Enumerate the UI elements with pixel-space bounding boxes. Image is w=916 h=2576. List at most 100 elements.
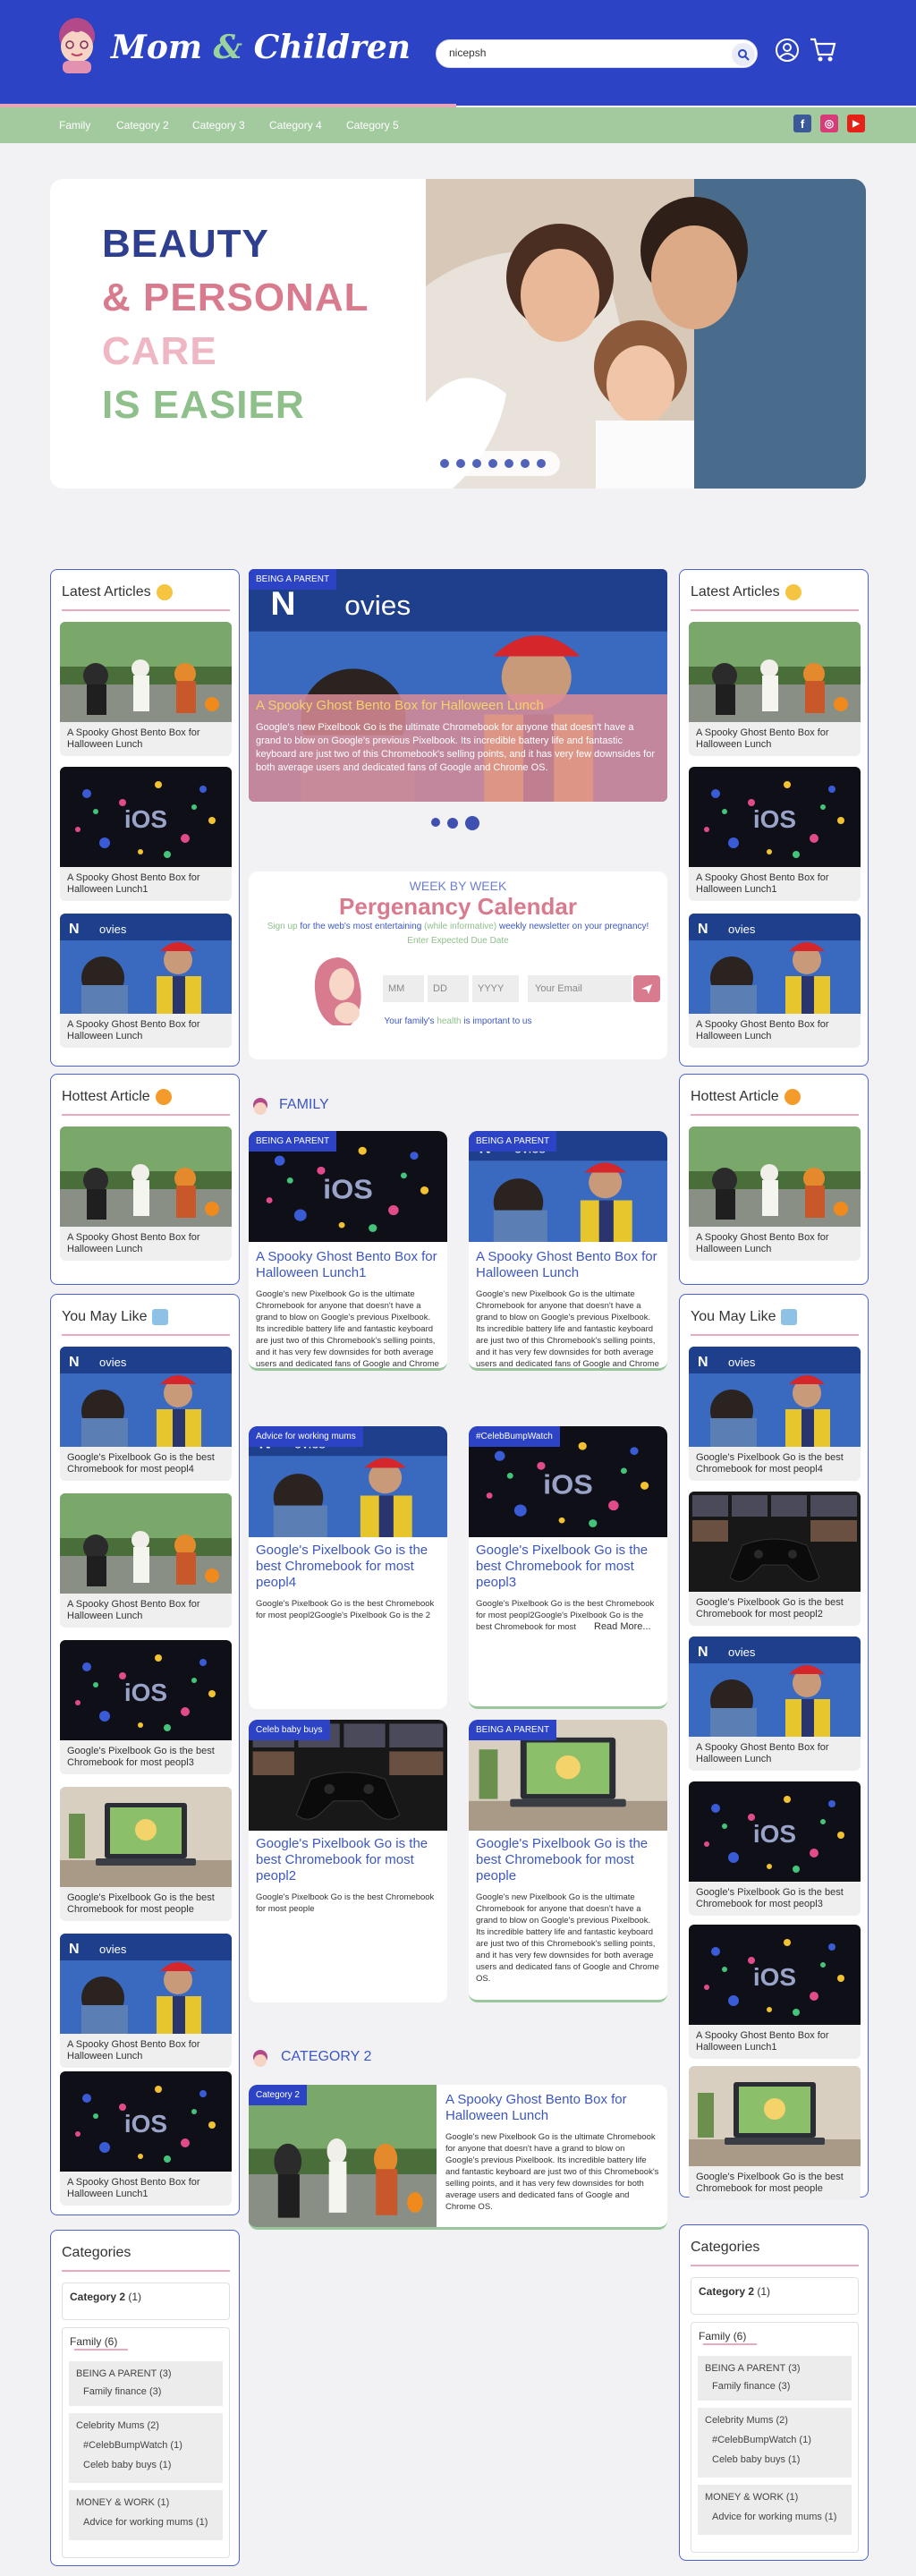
signup-link[interactable]: Sign up	[267, 922, 298, 931]
article-card[interactable]: Google's Pixelbook Go is the best Chrome…	[60, 1347, 232, 1481]
nav-item-category-3[interactable]: Category 3	[192, 119, 245, 132]
category-tag[interactable]: Celeb baby buys	[249, 1720, 330, 1740]
subcategory-being-a-parent[interactable]: BEING A PARENT (3)	[76, 2368, 216, 2379]
subcategory-celeb-baby-buys[interactable]: Celeb baby buys (1)	[712, 2454, 844, 2465]
subcategory-celebrity-mums[interactable]: Celebrity Mums (2)	[705, 2415, 844, 2426]
article-card[interactable]: Google's Pixelbook Go is the best Chrome…	[689, 1347, 861, 1481]
article-card[interactable]: A Spooky Ghost Bento Box for Halloween L…	[60, 2071, 232, 2206]
due-date-label: Enter Expected Due Date	[407, 936, 509, 946]
subcategory-advice-working-mums[interactable]: Advice for working mums (1)	[712, 2512, 844, 2522]
category-row[interactable]: Category 2 (1)	[691, 2277, 859, 2315]
carousel-dot[interactable]	[456, 459, 465, 468]
category-row[interactable]: Category 2 (1)	[62, 2283, 230, 2320]
read-more-link[interactable]: Read More...	[594, 1621, 651, 1632]
search-button[interactable]	[732, 43, 755, 66]
hero-carousel-dots	[426, 451, 560, 476]
article-card[interactable]: A Spooky Ghost Bento Box for Halloween L…	[60, 622, 232, 756]
email-field[interactable]: Your Email	[528, 975, 632, 1002]
carousel-dot[interactable]	[447, 818, 458, 829]
search-input[interactable]	[449, 47, 717, 59]
category-name[interactable]: Family	[699, 2330, 730, 2342]
instagram-icon[interactable]: ◎	[820, 115, 838, 132]
category-tag[interactable]: #CelebBumpWatch	[469, 1426, 560, 1447]
article-title[interactable]: Google's Pixelbook Go is the best Chrome…	[476, 1543, 660, 1591]
article-card[interactable]: Google's Pixelbook Go is the best Chrome…	[60, 1787, 232, 1921]
category-tag[interactable]: BEING A PARENT	[469, 1720, 557, 1740]
article-title[interactable]: A Spooky Ghost Bento Box for Halloween L…	[476, 1249, 660, 1281]
subcategory-being-a-parent[interactable]: BEING A PARENT (3)	[705, 2363, 844, 2374]
subcategory-money-work[interactable]: MONEY & WORK (1)	[705, 2492, 844, 2503]
family-article-card[interactable]: BEING A PARENT A Spooky Ghost Bento Box …	[469, 1131, 667, 1371]
article-title[interactable]: Google's Pixelbook Go is the best Chrome…	[476, 1836, 660, 1884]
article-card[interactable]: A Spooky Ghost Bento Box for Halloween L…	[689, 1637, 861, 1771]
article-card[interactable]: A Spooky Ghost Bento Box for Halloween L…	[689, 914, 861, 1048]
article-card[interactable]: A Spooky Ghost Bento Box for Halloween L…	[60, 1126, 232, 1261]
article-card[interactable]: A Spooky Ghost Bento Box for Halloween L…	[60, 1493, 232, 1628]
family-article-card[interactable]: Advice for working mums Google's Pixelbo…	[249, 1426, 447, 1709]
subcategory-celebrity-mums[interactable]: Celebrity Mums (2)	[76, 2420, 216, 2431]
category-tag[interactable]: Advice for working mums	[249, 1426, 363, 1447]
logo-icon[interactable]	[50, 14, 104, 75]
carousel-dot[interactable]	[537, 459, 546, 468]
subcategory-family-finance[interactable]: Family finance (3)	[712, 2381, 844, 2392]
facebook-icon[interactable]: f	[793, 115, 811, 132]
nav-item-family[interactable]: Family	[59, 119, 90, 132]
article-card[interactable]: A Spooky Ghost Bento Box for Halloween L…	[60, 767, 232, 901]
carousel-dot[interactable]	[431, 818, 440, 827]
article-card[interactable]: A Spooky Ghost Bento Box for Halloween L…	[60, 1934, 232, 2068]
featured-title[interactable]: A Spooky Ghost Bento Box for Halloween L…	[256, 698, 658, 714]
family-article-card[interactable]: #CelebBumpWatch Google's Pixelbook Go is…	[469, 1426, 667, 1709]
category2-article-card[interactable]: Category 2 A Spooky Ghost Bento Box for …	[249, 2085, 667, 2230]
subcategory-celeb-baby-buys[interactable]: Celeb baby buys (1)	[83, 2460, 216, 2470]
youtube-icon[interactable]: ▶	[847, 115, 865, 132]
article-title[interactable]: A Spooky Ghost Bento Box for Halloween L…	[445, 2092, 660, 2124]
nav-item-category-5[interactable]: Category 5	[346, 119, 399, 132]
hottest-title-text: Hottest Article	[691, 1089, 779, 1105]
section-heading-category-2[interactable]: CATEGORY 2	[281, 2049, 371, 2065]
article-card[interactable]: Google's Pixelbook Go is the best Chrome…	[689, 1781, 861, 1916]
subcategory-money-work[interactable]: MONEY & WORK (1)	[76, 2497, 216, 2508]
user-icon[interactable]	[775, 38, 800, 63]
subcategory-advice-working-mums[interactable]: Advice for working mums (1)	[83, 2517, 216, 2528]
article-card[interactable]: A Spooky Ghost Bento Box for Halloween L…	[60, 914, 232, 1048]
article-card[interactable]: A Spooky Ghost Bento Box for Halloween L…	[689, 1925, 861, 2059]
carousel-dot[interactable]	[440, 459, 449, 468]
article-thumbnail	[60, 767, 232, 867]
article-title[interactable]: A Spooky Ghost Bento Box for Halloween L…	[256, 1249, 440, 1281]
article-card[interactable]: A Spooky Ghost Bento Box for Halloween L…	[689, 1126, 861, 1261]
article-card[interactable]: Google's Pixelbook Go is the best Chrome…	[689, 1492, 861, 1626]
due-day-field[interactable]: DD	[428, 975, 469, 1002]
category-name[interactable]: Family	[70, 2335, 101, 2348]
brand-name[interactable]: Mom & Children	[111, 29, 411, 66]
article-title[interactable]: Google's Pixelbook Go is the best Chrome…	[256, 1836, 440, 1884]
carousel-dot[interactable]	[472, 459, 481, 468]
subcategory-celeb-bump-watch[interactable]: #CelebBumpWatch (1)	[83, 2440, 216, 2451]
carousel-dot[interactable]	[488, 459, 497, 468]
category-tag[interactable]: BEING A PARENT	[469, 1131, 557, 1152]
cart-icon[interactable]	[809, 36, 837, 64]
carousel-dot-active[interactable]	[465, 816, 479, 830]
section-heading-family[interactable]: FAMILY	[279, 1097, 329, 1113]
category-tag[interactable]: BEING A PARENT	[249, 1131, 337, 1152]
due-month-field[interactable]: MM	[383, 975, 424, 1002]
subcategory-celeb-bump-watch[interactable]: #CelebBumpWatch (1)	[712, 2435, 844, 2445]
family-article-card[interactable]: BEING A PARENT A Spooky Ghost Bento Box …	[249, 1131, 447, 1371]
carousel-dot[interactable]	[505, 459, 513, 468]
article-card[interactable]: Google's Pixelbook Go is the best Chrome…	[60, 1640, 232, 1774]
category-tag[interactable]: Category 2	[249, 2085, 307, 2105]
category-tag[interactable]: BEING A PARENT	[249, 569, 337, 590]
due-year-field[interactable]: YYYY	[472, 975, 519, 1002]
family-article-card[interactable]: Celeb baby buys Google's Pixelbook Go is…	[249, 1720, 447, 2002]
nav-item-category-4[interactable]: Category 4	[269, 119, 322, 132]
subcategory-family-finance[interactable]: Family finance (3)	[83, 2386, 216, 2397]
title-underline	[691, 1114, 859, 1116]
article-card[interactable]: A Spooky Ghost Bento Box for Halloween L…	[689, 622, 861, 756]
carousel-dot[interactable]	[521, 459, 530, 468]
featured-article[interactable]: BEING A PARENT A Spooky Ghost Bento Box …	[249, 569, 667, 802]
nav-item-category-2[interactable]: Category 2	[116, 119, 169, 132]
subscribe-button[interactable]	[633, 975, 660, 1002]
article-title[interactable]: Google's Pixelbook Go is the best Chrome…	[256, 1543, 440, 1591]
family-article-card[interactable]: BEING A PARENT Google's Pixelbook Go is …	[469, 1720, 667, 2002]
article-card[interactable]: A Spooky Ghost Bento Box for Halloween L…	[689, 767, 861, 901]
article-card[interactable]: Google's Pixelbook Go is the best Chrome…	[689, 2066, 861, 2200]
